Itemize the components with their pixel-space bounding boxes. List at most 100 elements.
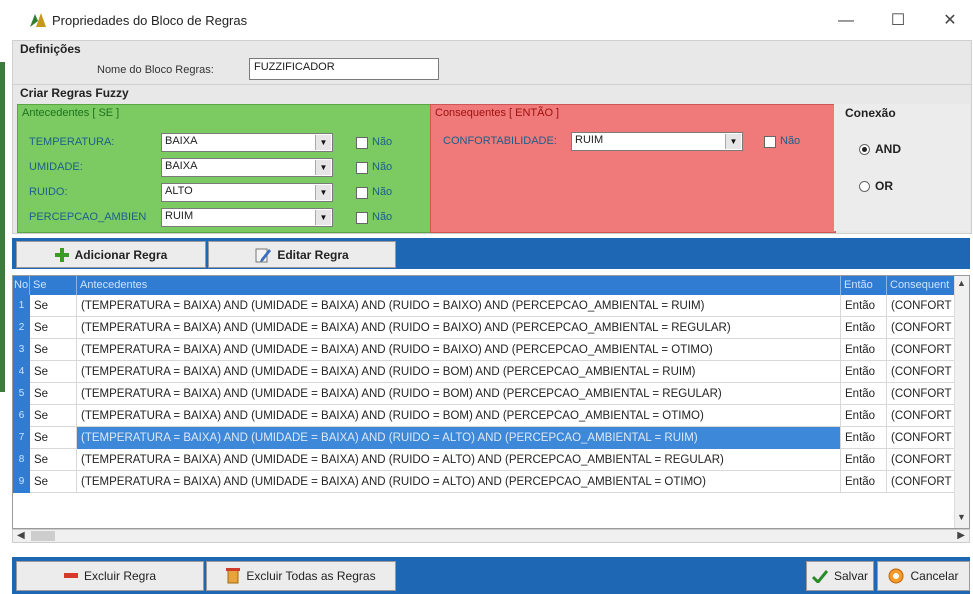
header-consequentes[interactable]: Consequent — [887, 276, 957, 295]
chevron-down-icon: ▼ — [315, 135, 331, 150]
row-number[interactable]: 9 — [13, 471, 30, 493]
table-row[interactable]: 5 Se (TEMPERATURA = BAIXA) AND (UMIDADE = … — [13, 383, 956, 405]
cell-entao[interactable]: Então — [841, 383, 887, 405]
umidade-nao-checkbox[interactable] — [356, 162, 368, 174]
ruido-label: RUIDO: — [29, 186, 68, 198]
cell-antecedentes[interactable]: (TEMPERATURA = BAIXA) AND (UMIDADE = BAI… — [77, 405, 841, 427]
cell-consequentes[interactable]: (CONFORT — [887, 295, 956, 317]
cell-entao[interactable]: Então — [841, 427, 887, 449]
cell-se[interactable]: Se — [30, 449, 77, 471]
cell-antecedentes[interactable]: (TEMPERATURA = BAIXA) AND (UMIDADE = BAI… — [77, 339, 841, 361]
table-row[interactable]: 9 Se (TEMPERATURA = BAIXA) AND (UMIDADE = … — [13, 471, 956, 493]
header-se[interactable]: Se — [30, 276, 77, 295]
scroll-right-icon[interactable]: ▶ — [957, 530, 965, 541]
header-no[interactable]: No — [13, 276, 30, 295]
row-number[interactable]: 2 — [13, 317, 30, 339]
confortabilidade-select[interactable]: RUIM ▼ — [571, 132, 743, 151]
cell-se[interactable]: Se — [30, 295, 77, 317]
ruido-nao-label: Não — [372, 186, 393, 198]
cell-se[interactable]: Se — [30, 383, 77, 405]
cell-consequentes[interactable]: (CONFORT — [887, 405, 956, 427]
delete-rule-button[interactable]: Excluir Regra — [16, 561, 204, 591]
conexao-title: Conexão — [845, 106, 896, 120]
rules-table[interactable]: No Se Antecedentes Então Consequent 1 Se(… — [12, 275, 970, 529]
close-button[interactable]: ✕ — [932, 8, 968, 34]
umidade-select[interactable]: BAIXA ▼ — [161, 158, 333, 177]
table-row[interactable]: 6 Se (TEMPERATURA = BAIXA) AND (UMIDADE = … — [13, 405, 956, 427]
cell-se[interactable]: Se — [30, 317, 77, 339]
row-number[interactable]: 7 — [13, 427, 30, 449]
header-entao[interactable]: Então — [841, 276, 887, 295]
cell-antecedentes[interactable]: (TEMPERATURA = BAIXA) AND (UMIDADE = BAI… — [77, 449, 841, 471]
consequentes-group: Consequentes [ ENTÃO ] CONFORTABILIDADE:… — [430, 104, 836, 233]
ruido-nao-checkbox[interactable] — [356, 187, 368, 199]
table-row[interactable]: 8 Se (TEMPERATURA = BAIXA) AND (UMIDADE = … — [13, 449, 956, 471]
cell-entao[interactable]: Então — [841, 339, 887, 361]
cell-se[interactable]: Se — [30, 471, 77, 493]
cell-consequentes[interactable]: (CONFORT — [887, 317, 956, 339]
add-rule-button[interactable]: Adicionar Regra — [16, 241, 206, 268]
cell-entao[interactable]: Então — [841, 471, 887, 493]
cell-consequentes[interactable]: (CONFORT — [887, 449, 956, 471]
cell-se[interactable]: Se — [30, 339, 77, 361]
cell-entao[interactable]: Então — [841, 405, 887, 427]
cell-antecedentes[interactable]: (TEMPERATURA = BAIXA) AND (UMIDADE = BAI… — [77, 295, 841, 317]
horizontal-scrollbar[interactable]: ◀ ▶ — [12, 529, 970, 543]
row-number[interactable]: 3 — [13, 339, 30, 361]
scroll-left-icon[interactable]: ◀ — [17, 530, 25, 541]
antecedentes-title: Antecedentes [ SE ] — [22, 107, 120, 119]
table-row[interactable]: 1 Se (TEMPERATURA = BAIXA) AND (UMIDADE = … — [13, 295, 956, 317]
cell-antecedentes[interactable]: (TEMPERATURA = BAIXA) AND (UMIDADE = BAI… — [77, 361, 841, 383]
row-number[interactable]: 6 — [13, 405, 30, 427]
cell-se[interactable]: Se — [30, 361, 77, 383]
edit-rule-button[interactable]: Editar Regra — [208, 241, 396, 268]
table-row[interactable]: 3 Se (TEMPERATURA = BAIXA) AND (UMIDADE = … — [13, 339, 956, 361]
percepcao-select[interactable]: RUIM ▼ — [161, 208, 333, 227]
temperatura-nao-label: Não — [372, 136, 393, 148]
consequentes-title: Consequentes [ ENTÃO ] — [435, 107, 560, 119]
temperatura-label: TEMPERATURA: — [29, 136, 115, 148]
cell-se[interactable]: Se — [30, 427, 77, 449]
header-antecedentes[interactable]: Antecedentes — [77, 276, 841, 295]
cell-entao[interactable]: Então — [841, 361, 887, 383]
cell-antecedentes[interactable]: (TEMPERATURA = BAIXA) AND (UMIDADE = BAI… — [77, 471, 841, 493]
temperatura-select[interactable]: BAIXA ▼ — [161, 133, 333, 152]
cell-consequentes[interactable]: (CONFORT — [887, 427, 956, 449]
row-number[interactable]: 5 — [13, 383, 30, 405]
temperatura-value: BAIXA — [165, 135, 198, 147]
table-row[interactable]: 7 Se (TEMPERATURA = BAIXA) AND (UMIDADE = … — [13, 427, 956, 449]
row-number[interactable]: 1 — [13, 295, 30, 317]
percepcao-nao-checkbox[interactable] — [356, 212, 368, 224]
cell-entao[interactable]: Então — [841, 449, 887, 471]
minimize-button[interactable]: — — [828, 8, 864, 34]
scroll-thumb[interactable] — [31, 531, 55, 541]
save-button[interactable]: Salvar — [806, 561, 874, 591]
scroll-up-icon[interactable]: ▲ — [957, 278, 966, 288]
delete-all-rules-button[interactable]: Excluir Todas as Regras — [206, 561, 396, 591]
cancel-button[interactable]: Cancelar — [877, 561, 970, 591]
vertical-scrollbar[interactable]: ▲ ▼ — [954, 276, 969, 528]
row-number[interactable]: 4 — [13, 361, 30, 383]
cell-consequentes[interactable]: (CONFORT — [887, 383, 956, 405]
cell-antecedentes[interactable]: (TEMPERATURA = BAIXA) AND (UMIDADE = BAI… — [77, 427, 841, 449]
cell-consequentes[interactable]: (CONFORT — [887, 361, 956, 383]
cell-consequentes[interactable]: (CONFORT — [887, 471, 956, 493]
or-radio[interactable] — [859, 181, 870, 192]
cell-entao[interactable]: Então — [841, 295, 887, 317]
ruido-select[interactable]: ALTO ▼ — [161, 183, 333, 202]
cell-consequentes[interactable]: (CONFORT — [887, 339, 956, 361]
block-name-input[interactable]: FUZZIFICADOR — [249, 58, 439, 80]
cell-entao[interactable]: Então — [841, 317, 887, 339]
row-number[interactable]: 8 — [13, 449, 30, 471]
scroll-down-icon[interactable]: ▼ — [957, 512, 966, 522]
table-row[interactable]: 2 Se (TEMPERATURA = BAIXA) AND (UMIDADE = … — [13, 317, 956, 339]
confortabilidade-nao-checkbox[interactable] — [764, 136, 776, 148]
temperatura-nao-checkbox[interactable] — [356, 137, 368, 149]
umidade-nao-label: Não — [372, 161, 393, 173]
cell-se[interactable]: Se — [30, 405, 77, 427]
cell-antecedentes[interactable]: (TEMPERATURA = BAIXA) AND (UMIDADE = BAI… — [77, 317, 841, 339]
cell-antecedentes[interactable]: (TEMPERATURA = BAIXA) AND (UMIDADE = BAI… — [77, 383, 841, 405]
table-row[interactable]: 4 Se (TEMPERATURA = BAIXA) AND (UMIDADE = … — [13, 361, 956, 383]
and-radio[interactable] — [859, 144, 870, 155]
maximize-button[interactable]: ☐ — [880, 8, 916, 34]
